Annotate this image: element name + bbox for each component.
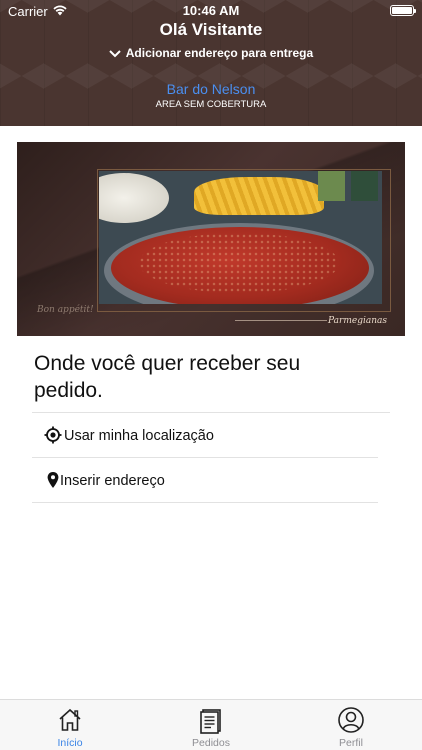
divider	[32, 412, 390, 413]
tab-inicio-label: Início	[57, 737, 83, 749]
food-photo	[99, 171, 382, 304]
tab-pedidos-label: Pedidos	[192, 737, 230, 749]
tab-bar: Início Pedidos Perfil	[0, 699, 422, 750]
insert-address-option[interactable]: Inserir endereço	[32, 459, 378, 503]
insert-address-label: Inserir endereço	[60, 473, 165, 489]
use-my-location-label: Usar minha localização	[64, 428, 214, 444]
coverage-status: AREA SEM COBERTURA	[155, 99, 267, 110]
battery-icon	[390, 5, 416, 16]
tab-perfil-label: Perfil	[339, 737, 363, 749]
home-icon	[56, 706, 84, 734]
profile-icon	[337, 706, 365, 734]
greeting-title: Olá Visitante	[159, 20, 263, 39]
promo-banner[interactable]: Bon appétit! Parmegianas	[17, 142, 405, 336]
orders-icon	[197, 706, 225, 734]
banner-script-right: Parmegianas	[328, 316, 387, 326]
chevron-down-icon	[109, 47, 121, 61]
add-address-label: Adicionar endereço para entrega	[125, 46, 314, 60]
status-time: 10:46 AM	[182, 3, 240, 18]
location-target-icon	[44, 426, 62, 444]
tab-perfil[interactable]: Perfil	[281, 700, 421, 750]
tab-inicio[interactable]: Início	[0, 700, 140, 750]
bottles	[318, 171, 378, 201]
rice-bowl	[99, 173, 169, 223]
store-name-link[interactable]: Bar do Nelson	[0, 81, 422, 97]
add-address-button[interactable]: Adicionar endereço para entrega	[0, 46, 422, 61]
tab-pedidos[interactable]: Pedidos	[141, 700, 281, 750]
header: Carrier 10:46 AM Olá Visitante Adicionar…	[0, 0, 422, 126]
fries	[194, 177, 324, 215]
delivery-question: Onde você quer receber seu pedido.	[34, 352, 301, 402]
use-my-location-option[interactable]: Usar minha localização	[32, 414, 378, 458]
cheese-topping	[139, 233, 339, 293]
banner-script-left: Bon appétit!	[37, 305, 94, 315]
status-bar: Carrier 10:46 AM	[0, 0, 422, 22]
banner-flourish	[235, 320, 327, 321]
